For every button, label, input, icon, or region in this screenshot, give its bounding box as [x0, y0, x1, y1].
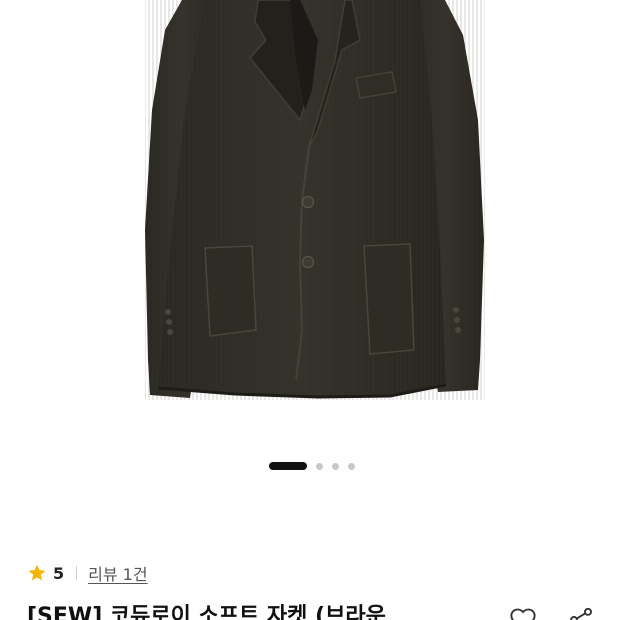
product-page: 5 리뷰 1건 [SEW] 코듀로이 소프트 자켓 (브라운: [0, 0, 620, 620]
carousel-dot-active[interactable]: [269, 462, 307, 470]
carousel-dot[interactable]: [316, 462, 323, 470]
rating-divider: [76, 566, 78, 580]
heart-icon[interactable]: [509, 606, 537, 620]
product-image[interactable]: [0, 0, 620, 450]
carousel-dot[interactable]: [332, 462, 339, 470]
share-icon[interactable]: [567, 606, 595, 620]
image-carousel-pager: [0, 461, 620, 471]
product-title-row: [SEW] 코듀로이 소프트 자켓 (브라운: [27, 602, 620, 620]
star-icon: [28, 564, 46, 581]
review-count-link[interactable]: 리뷰 1건: [88, 561, 147, 585]
carousel-dot[interactable]: [348, 462, 355, 470]
rating-row: 5 리뷰 1건: [27, 560, 148, 586]
jacket-illustration: [145, 0, 485, 400]
product-title: [SEW] 코듀로이 소프트 자켓 (브라운: [27, 604, 386, 620]
rating-value: 5: [53, 563, 65, 583]
